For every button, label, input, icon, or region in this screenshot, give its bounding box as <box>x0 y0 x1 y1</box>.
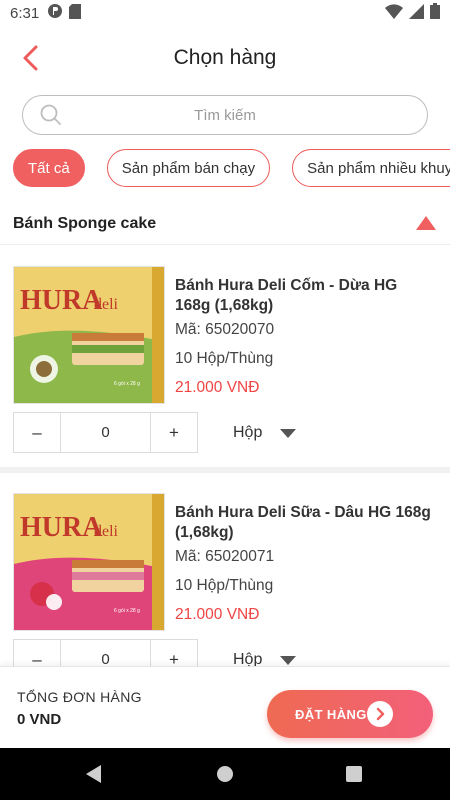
product-code: Mã: 65020070 <box>175 321 275 338</box>
unit-label: Hộp <box>233 424 263 441</box>
place-order-button[interactable]: ĐẶT HÀNG <box>267 690 433 738</box>
app-header: Chọn hàng <box>0 26 450 90</box>
signal-icon <box>409 3 424 23</box>
chevron-left-icon <box>23 45 38 71</box>
battery-icon <box>430 3 440 23</box>
svg-text:deli: deli <box>94 296 119 313</box>
quantity-field[interactable]: 0 <box>60 640 151 666</box>
product-item: HURA deli 6 gói x 28 g Bánh Hura Deli Cố… <box>0 246 450 467</box>
back-button[interactable] <box>18 44 44 72</box>
nav-home-icon[interactable] <box>217 766 233 782</box>
unit-dropdown[interactable]: Hộp <box>233 651 297 666</box>
status-bar: 6:31 <box>0 0 450 26</box>
product-code: Mã: 65020071 <box>175 548 275 565</box>
product-image[interactable]: HURA deli 6 gói x 28 g <box>13 493 165 631</box>
order-footer: TỔNG ĐƠN HÀNG 0 VND ĐẶT HÀNG <box>0 666 450 748</box>
search-icon <box>40 104 61 125</box>
status-time: 6:31 <box>10 4 40 22</box>
decrease-button[interactable]: – <box>14 640 60 667</box>
increase-button[interactable]: + <box>151 413 197 452</box>
chip-best-sellers[interactable]: Sản phẩm bán chạy <box>106 149 271 187</box>
decrease-button[interactable]: – <box>14 413 60 452</box>
system-nav-bar <box>0 748 450 800</box>
chip-all[interactable]: Tất cả <box>13 149 85 187</box>
svg-text:deli: deli <box>94 523 119 540</box>
product-pack: 10 Hộp/Thùng <box>175 577 274 594</box>
product-name[interactable]: Bánh Hura Deli Cốm - Dừa HG 168g (1,68kg… <box>175 276 435 316</box>
search-input[interactable] <box>63 106 387 124</box>
quantity-field[interactable]: 0 <box>60 413 151 452</box>
dropdown-triangle-icon <box>280 655 297 665</box>
nav-back-icon[interactable] <box>86 765 101 783</box>
category-title: Bánh Sponge cake <box>13 214 157 232</box>
increase-button[interactable]: + <box>151 640 197 667</box>
product-name[interactable]: Bánh Hura Deli Sữa - Dâu HG 168g (1,68kg… <box>175 503 435 543</box>
product-price: 21.000 VNĐ <box>175 379 260 396</box>
quantity-stepper: – 0 + <box>13 412 198 453</box>
unit-label: Hộp <box>233 651 263 666</box>
nav-recents-icon[interactable] <box>346 766 362 782</box>
chip-most-promotions[interactable]: Sản phẩm nhiều khuyến mãi <box>292 149 450 187</box>
total-value: 0 VND <box>17 711 62 728</box>
product-pack: 10 Hộp/Thùng <box>175 350 274 367</box>
product-image[interactable]: HURA deli 6 gói x 28 g <box>13 266 165 404</box>
search-bar[interactable] <box>22 95 428 135</box>
brand-logo: HURA <box>20 285 103 316</box>
product-item: HURA deli 6 gói x 28 g Bánh Hura Deli Sữ… <box>0 473 450 666</box>
filter-chips: Tất cả Sản phẩm bán chạy Sản phẩm nhiều … <box>13 149 450 189</box>
product-price: 21.000 VNĐ <box>175 606 260 623</box>
category-header[interactable]: Bánh Sponge cake <box>0 203 450 245</box>
total-label: TỔNG ĐƠN HÀNG <box>17 689 142 705</box>
chevron-right-icon <box>367 701 393 727</box>
collapse-triangle-icon[interactable] <box>416 216 436 230</box>
sd-card-icon <box>69 3 82 23</box>
dropdown-triangle-icon <box>280 428 297 438</box>
circle-p-icon <box>47 3 63 23</box>
place-order-label: ĐẶT HÀNG <box>295 706 367 722</box>
svg-text:6 gói x 28 g: 6 gói x 28 g <box>114 381 140 387</box>
unit-dropdown[interactable]: Hộp <box>233 424 297 442</box>
page-title: Chọn hàng <box>173 46 277 69</box>
wifi-icon <box>385 3 403 23</box>
brand-logo: HURA <box>20 512 103 543</box>
svg-text:6 gói x 28 g: 6 gói x 28 g <box>114 608 140 614</box>
quantity-stepper: – 0 + <box>13 639 198 666</box>
